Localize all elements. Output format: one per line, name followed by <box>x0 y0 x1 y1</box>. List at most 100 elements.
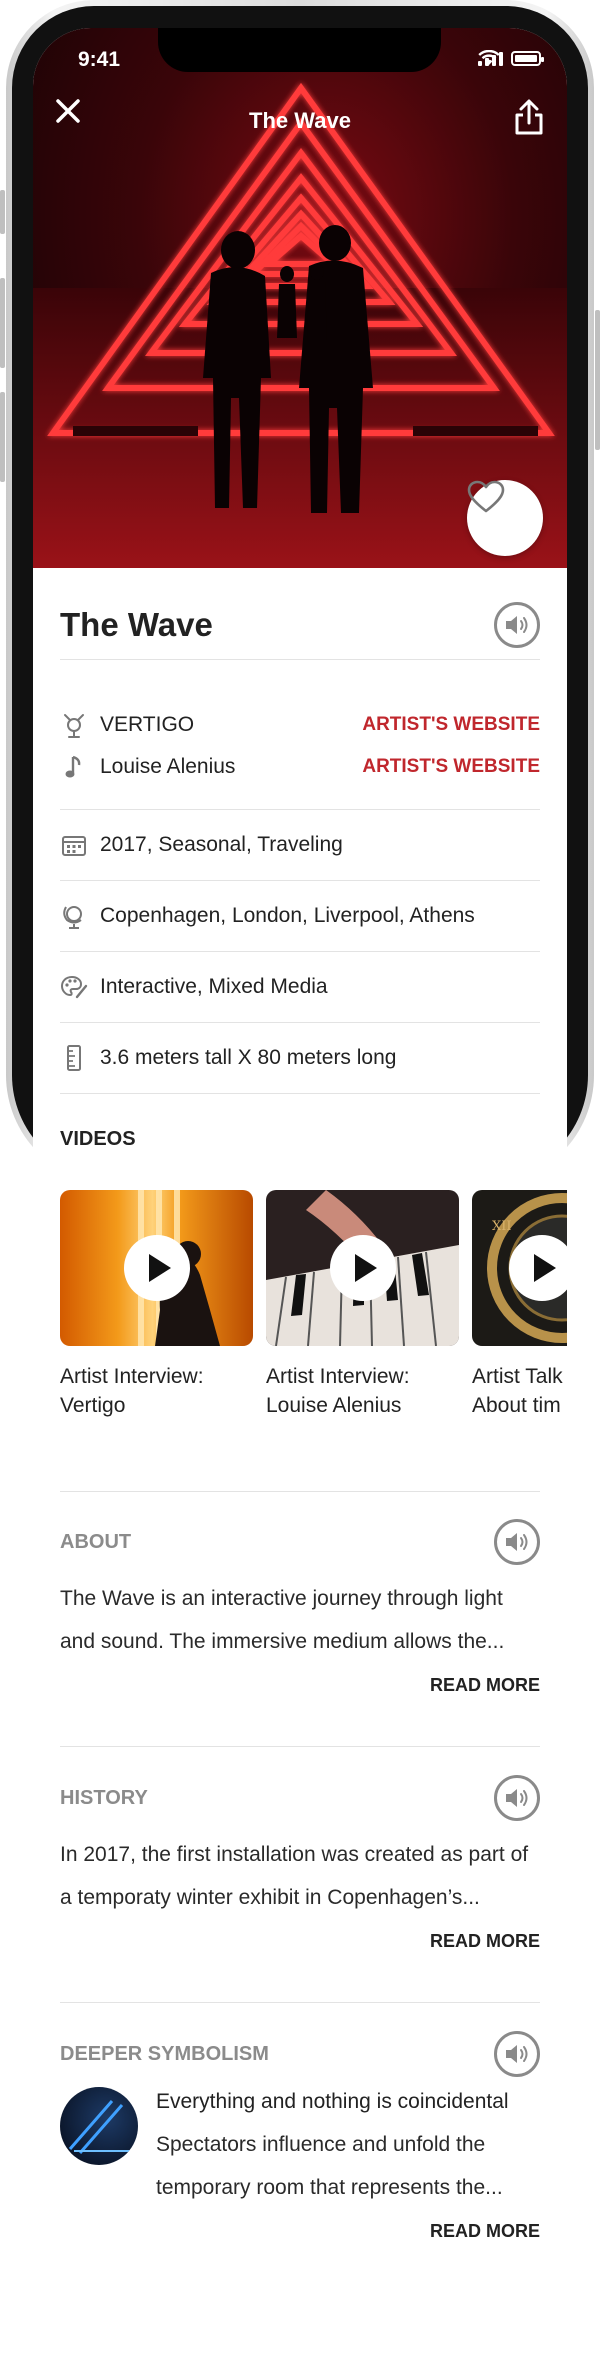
video-card[interactable]: Artist Interview: Louise Alenius <box>266 1190 459 1420</box>
artwork-title-row: The Wave <box>60 598 540 660</box>
heart-icon <box>467 480 505 513</box>
detail-row-dimensions: 3.6 meters tall X 80 meters long <box>60 1034 540 1082</box>
speaker-icon <box>506 1533 528 1551</box>
about-text: The Wave is an interactive journey throu… <box>60 1577 540 1663</box>
symbolism-title: Everything and nothing is coincidental <box>156 2090 509 2113</box>
audio-button-symbolism[interactable] <box>494 2031 540 2077</box>
history-read-more-link[interactable]: READ MORE <box>60 1931 540 1952</box>
divider <box>60 2002 540 2003</box>
divider <box>60 809 540 810</box>
audio-button-about[interactable] <box>494 1519 540 1565</box>
speaker-icon <box>506 1789 528 1807</box>
history-heading: HISTORY <box>60 1786 148 1809</box>
music-note-icon <box>60 753 88 781</box>
play-button[interactable] <box>329 1235 396 1301</box>
credit-name: Louise Alenius <box>100 755 236 778</box>
divider <box>60 951 540 952</box>
video-title: Artist Interview: Vertigo <box>60 1362 253 1420</box>
divider <box>60 880 540 881</box>
video-title: Artist Talk About tim <box>472 1362 567 1420</box>
history-section: HISTORY In 2017, the first installation … <box>60 1773 540 1952</box>
globe-icon <box>60 902 88 930</box>
detail-text: 3.6 meters tall X 80 meters long <box>100 1046 397 1069</box>
play-button[interactable] <box>509 1235 567 1301</box>
detail-row-location: Copenhagen, London, Liverpool, Athens <box>60 892 540 940</box>
palette-icon <box>60 973 88 1001</box>
video-thumbnail <box>60 1190 253 1346</box>
video-card[interactable]: Artist Interview: Vertigo <box>60 1190 253 1420</box>
video-title: Artist Interview: Louise Alenius <box>266 1362 459 1420</box>
about-text-line: and sound. The immersive medium allows t… <box>60 1630 505 1653</box>
artist-website-link[interactable]: ARTIST'S WEBSITE <box>362 756 540 778</box>
videos-section-header: VIDEOS <box>60 1128 540 1151</box>
battery-icon <box>511 50 544 66</box>
videos-heading: VIDEOS <box>60 1128 136 1150</box>
artist-website-link[interactable]: ARTIST'S WEBSITE <box>362 714 540 736</box>
symbolism-text-line: Spectators influence and unfold the <box>156 2133 486 2156</box>
video-card[interactable]: XII Artist Talk About tim <box>472 1190 567 1420</box>
play-icon <box>148 1254 171 1282</box>
speaker-icon <box>506 615 528 634</box>
share-button[interactable] <box>507 96 551 140</box>
play-icon <box>534 1254 556 1282</box>
status-icons <box>478 50 544 66</box>
about-heading: ABOUT <box>60 1530 132 1553</box>
artist-icon <box>60 711 88 739</box>
hero-image: 9:41 The Wave <box>33 28 567 568</box>
speaker-icon <box>506 2045 528 2063</box>
credit-row: VERTIGO ARTIST'S WEBSITE <box>60 704 540 746</box>
symbolism-heading: DEEPER SYMBOLISM <box>60 2042 269 2065</box>
header-title: The Wave <box>249 108 351 133</box>
video-title-line: Artist Interview: <box>60 1365 204 1388</box>
detail-text: Copenhagen, London, Liverpool, Athens <box>100 904 475 927</box>
detail-text: Interactive, Mixed Media <box>100 975 328 998</box>
history-text-line: a temporaty winter exhibit in Copenhagen… <box>60 1886 480 1909</box>
divider <box>60 1491 540 1492</box>
detail-row-date: 2017, Seasonal, Traveling <box>60 821 540 869</box>
ruler-icon <box>60 1044 88 1072</box>
history-text: In 2017, the first installation was crea… <box>60 1833 540 1919</box>
video-title-line: Artist Talk <box>472 1365 563 1388</box>
credit-row: Louise Alenius ARTIST'S WEBSITE <box>60 746 540 788</box>
play-button[interactable] <box>123 1235 190 1301</box>
detail-row-medium: Interactive, Mixed Media <box>60 963 540 1011</box>
about-read-more-link[interactable]: READ MORE <box>60 1675 540 1696</box>
calendar-icon <box>60 831 88 859</box>
favorite-button[interactable] <box>467 480 543 556</box>
phone-side-button <box>0 190 5 234</box>
symbolism-item[interactable]: Everything and nothing is coincidental S… <box>60 2087 540 2209</box>
play-icon <box>354 1254 377 1282</box>
status-time: 9:41 <box>78 48 121 71</box>
about-text-line: The Wave is an interactive journey throu… <box>60 1587 503 1610</box>
audio-button-history[interactable] <box>494 1775 540 1821</box>
camera-notch <box>158 28 441 72</box>
symbolism-section: DEEPER SYMBOLISM Everything and nothing … <box>60 2029 540 2242</box>
artwork-title: The Wave <box>60 605 213 643</box>
video-thumbnail <box>266 1190 459 1346</box>
videos-carousel[interactable]: Artist Interview: Vertigo Artist Intervi… <box>60 1190 567 1430</box>
video-thumbnail: XII <box>472 1190 567 1346</box>
divider <box>60 1746 540 1747</box>
detail-text: 2017, Seasonal, Traveling <box>100 833 343 856</box>
audio-button-title[interactable] <box>494 601 540 648</box>
credits-list: VERTIGO ARTIST'S WEBSITE Louise Alenius … <box>60 704 540 788</box>
symbolism-read-more-link[interactable]: READ MORE <box>60 2221 540 2242</box>
wifi-icon <box>478 50 500 65</box>
video-title-line: Artist Interview: <box>266 1365 410 1388</box>
phone-side-button <box>0 392 5 482</box>
share-icon <box>515 99 543 135</box>
phone-side-button <box>595 310 600 450</box>
about-section: ABOUT The Wave is an interactive journey… <box>60 1517 540 1696</box>
video-title-line: About tim <box>472 1394 561 1417</box>
divider <box>60 1022 540 1023</box>
video-title-line: Louise Alenius <box>266 1394 402 1417</box>
symbolism-thumbnail <box>60 2087 138 2165</box>
app-screen: 9:41 The Wave The Wave VERTIGO ARTIST'S … <box>33 28 567 2355</box>
symbolism-text: Spectators influence and unfold the temp… <box>156 2123 509 2209</box>
status-bar: 9:41 <box>33 28 567 88</box>
phone-side-button <box>0 278 5 368</box>
divider <box>60 1093 540 1094</box>
symbolism-text-line: temporary room that represents the... <box>156 2176 503 2199</box>
credit-name: VERTIGO <box>100 713 195 736</box>
video-title-line: Vertigo <box>60 1394 126 1417</box>
